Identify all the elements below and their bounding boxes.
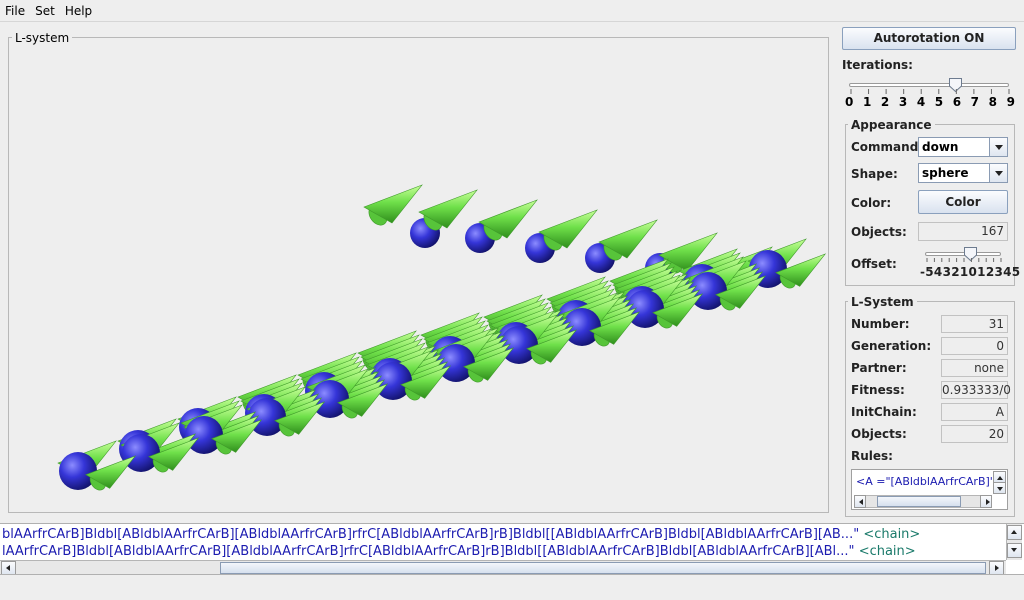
tick-7: 7 [970,95,980,109]
lsys-objects-field: 20 [941,425,1008,443]
menu-bar: File Set Help [0,0,1024,22]
offset-ticks [926,258,1002,262]
tick-0: 0 [845,95,854,109]
initchain-field: A [941,403,1008,421]
tick-2: 2 [880,95,890,109]
tick-6: 6 [952,95,962,109]
iterations-slider-track[interactable] [849,83,1009,87]
chain-scroll-right[interactable] [989,561,1004,574]
number-field: 31 [941,315,1008,333]
iterations-tick-labels: 0 1 2 3 4 5 6 7 8 9 [845,95,1015,109]
chain-scroll-left[interactable] [1,561,16,574]
partner-field: none [941,359,1008,377]
initchain-label: InitChain: [851,405,917,419]
lsystem-model [57,184,826,491]
rules-label: Rules: [851,449,893,463]
chain-line-2: lAArfrCArB]Bldbl[ABldblAArfrCArB][ABldbl… [2,543,1007,560]
lsystem-info-title: L-System [848,295,917,309]
shape-value: sphere [922,166,969,180]
fitness-field: 0.933333/0 [941,381,1011,399]
color-button[interactable]: Color [918,190,1008,214]
chevron-down-icon[interactable] [989,164,1007,182]
chain-line-1: blAArfrCArB]Bldbl[ABldblAArfrCArB][ABldb… [2,526,1007,543]
shape-label: Shape: [851,167,898,181]
chain-hscrollbar[interactable] [0,560,1006,574]
appearance-title: Appearance [848,118,935,132]
rules-scroll-down[interactable] [993,482,1006,494]
generation-label: Generation: [851,339,932,353]
tick-5: 5 [934,95,944,109]
offset-slider-track[interactable] [925,252,1001,256]
generation-field: 0 [941,337,1008,355]
color-label: Color: [851,196,892,210]
chain-tag-2: <chain> [858,544,916,559]
command-select[interactable]: down [918,137,1008,157]
tick-3: 3 [898,95,908,109]
shape-select[interactable]: sphere [918,163,1008,183]
chain-text-2: lAArfrCArB]Bldbl[ABldblAArfrCArB][ABldbl… [2,544,855,559]
menu-set[interactable]: Set [30,0,60,22]
chain-vscrollbar[interactable] [1006,524,1022,560]
tick-9: 9 [1006,95,1015,109]
menu-file[interactable]: File [0,0,30,22]
iterations-label: Iterations: [842,58,913,72]
rules-textarea[interactable]: <A ="[ABldblAArfrCArB]"/> [851,469,1008,510]
objects-field: 167 [918,222,1008,241]
offset-label: Offset: [851,257,897,271]
chain-text-1: blAArfrCArB]Bldbl[ABldblAArfrCArB][ABldb… [2,527,860,542]
fitness-label: Fitness: [851,383,905,397]
chevron-down-icon[interactable] [989,138,1007,156]
lsystem-panel-title: L-system [12,31,73,45]
autorotation-button[interactable]: Autorotation ON [842,27,1016,50]
partner-label: Partner: [851,361,907,375]
tick-4: 4 [916,95,926,109]
command-value: down [922,140,959,154]
menu-help[interactable]: Help [60,0,97,22]
chain-textarea[interactable]: blAArfrCArB]Bldbl[ABldblAArfrCArB][ABldb… [0,523,1024,575]
tick-1: 1 [862,95,872,109]
tick-8: 8 [988,95,997,109]
lsystem-3d-canvas[interactable] [10,47,826,507]
offset-tick-labels: -54321012345 [920,265,1021,279]
rules-hscrollbar[interactable] [854,495,992,508]
rules-scroll-right[interactable] [980,495,992,508]
rules-scroll-thumb[interactable] [877,496,961,507]
lsys-objects-label: Objects: [851,427,907,441]
chain-scroll-down[interactable] [1007,543,1022,558]
number-label: Number: [851,317,910,331]
rules-text: <A ="[ABldblAArfrCArB]"/> [856,475,992,488]
chain-scroll-up[interactable] [1007,525,1022,540]
objects-label: Objects: [851,225,907,239]
chain-scroll-thumb[interactable] [220,562,986,574]
cone-shape [363,184,423,226]
command-label: Command: [851,140,924,154]
rules-scroll-left[interactable] [854,495,866,508]
chain-tag-1: <chain> [863,527,921,542]
